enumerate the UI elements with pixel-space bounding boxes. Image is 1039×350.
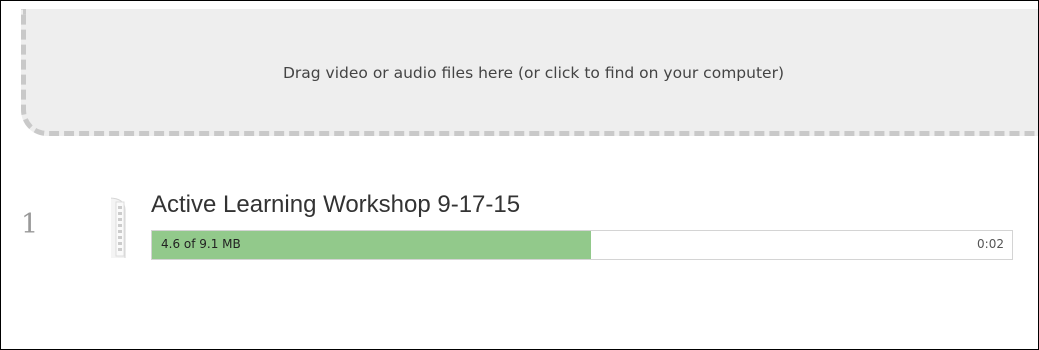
dropzone-instructions: Drag video or audio files here (or click… [282,64,784,82]
upload-list-item: 1 Active Learning Workshop 9-17-15 4.6 o… [1,171,1038,281]
film-file-icon [63,188,126,258]
upload-index: 1 [21,209,39,240]
file-dropzone[interactable]: Drag video or audio files here (or click… [21,9,1038,136]
upload-size-text: 4.6 of 9.1 MB [161,237,241,251]
upload-progress-bar: 4.6 of 9.1 MB 0:02 [151,230,1013,260]
uploader-panel: Drag video or audio files here (or click… [0,0,1039,350]
upload-time-text: 0:02 [977,237,1004,251]
upload-file-title: Active Learning Workshop 9-17-15 [151,191,521,218]
